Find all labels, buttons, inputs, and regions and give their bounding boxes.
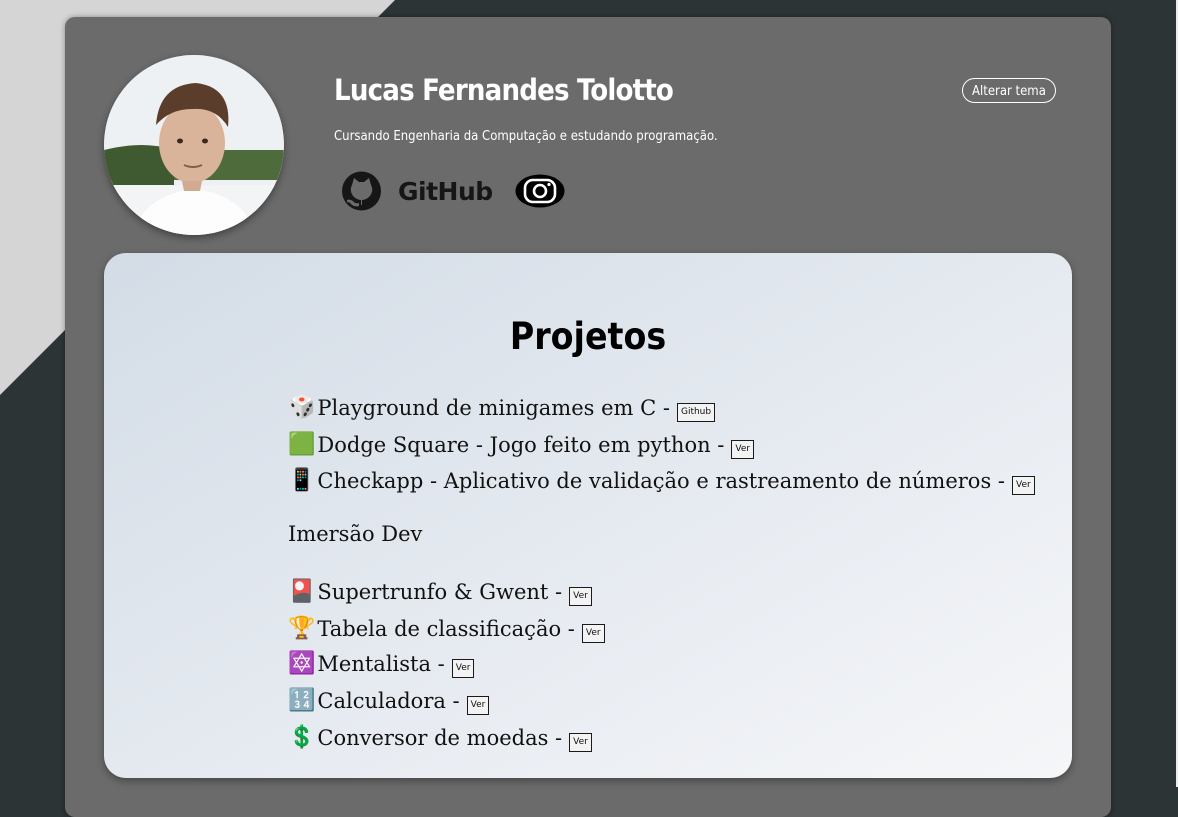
- project-label: Supertrunfo & Gwent -: [317, 580, 563, 604]
- project-label: Calculadora -: [317, 689, 460, 713]
- instagram-icon[interactable]: [515, 174, 565, 208]
- project-item: 🔯 Mentalista - Ver: [288, 651, 475, 678]
- project-item: 🏆 Tabela de classificação - Ver: [288, 616, 605, 643]
- dice-icon: 🎲: [288, 395, 316, 420]
- project-item: 💲 Conversor de moedas - Ver: [288, 725, 592, 752]
- project-item: 🎴 Supertrunfo & Gwent - Ver: [288, 579, 592, 606]
- theme-toggle-button[interactable]: Alterar tema: [962, 78, 1056, 103]
- projects-title: Projetos: [509, 315, 667, 358]
- profile-name: Lucas Fernandes Tolotto: [334, 73, 674, 107]
- project-item: 📱 Checkapp - Aplicativo de validação e r…: [288, 468, 1035, 495]
- project-label: Mentalista -: [317, 652, 445, 676]
- project-item: 🎲 Playground de minigames em C - Github: [288, 395, 716, 422]
- project-view-button[interactable]: Ver: [1012, 475, 1035, 495]
- github-link[interactable]: GitHub: [398, 177, 493, 206]
- trophy-icon: 🏆: [288, 616, 316, 641]
- star-icon: 🔯: [288, 651, 316, 676]
- project-github-button[interactable]: Github: [676, 402, 716, 422]
- project-item: 🔢 Calculadora - Ver: [288, 688, 490, 715]
- numbers-icon: 🔢: [288, 688, 316, 713]
- project-view-button[interactable]: Ver: [581, 623, 605, 643]
- projects-panel: Projetos 🎲 Playground de minigames em C …: [104, 253, 1072, 778]
- project-view-button[interactable]: Ver: [451, 658, 475, 678]
- project-view-button[interactable]: Ver: [569, 586, 592, 606]
- social-links: GitHub: [335, 169, 565, 213]
- project-label: Dodge Square - Jogo feito em python -: [317, 433, 725, 457]
- avatar: [104, 55, 284, 235]
- project-view-button[interactable]: Ver: [569, 732, 592, 752]
- project-view-button[interactable]: Ver: [466, 695, 490, 715]
- project-label: Conversor de moedas -: [317, 726, 563, 750]
- project-label: Tabela de classificação -: [317, 617, 575, 641]
- project-label: Checkapp - Aplicativo de validação e ras…: [317, 469, 1006, 493]
- card-icon: 🎴: [288, 579, 316, 604]
- project-item: 🟩 Dodge Square - Jogo feito em python - …: [288, 432, 755, 459]
- dollar-icon: 💲: [288, 725, 316, 750]
- project-view-button[interactable]: Ver: [731, 439, 755, 459]
- green-square-icon: 🟩: [288, 432, 316, 457]
- project-label: Playground de minigames em C -: [317, 396, 670, 420]
- github-mark-icon[interactable]: [335, 171, 388, 211]
- phone-icon: 📱: [288, 468, 316, 493]
- profile-bio: Cursando Engenharia da Computação e estu…: [334, 129, 718, 144]
- section-heading: Imersão Dev: [288, 522, 423, 546]
